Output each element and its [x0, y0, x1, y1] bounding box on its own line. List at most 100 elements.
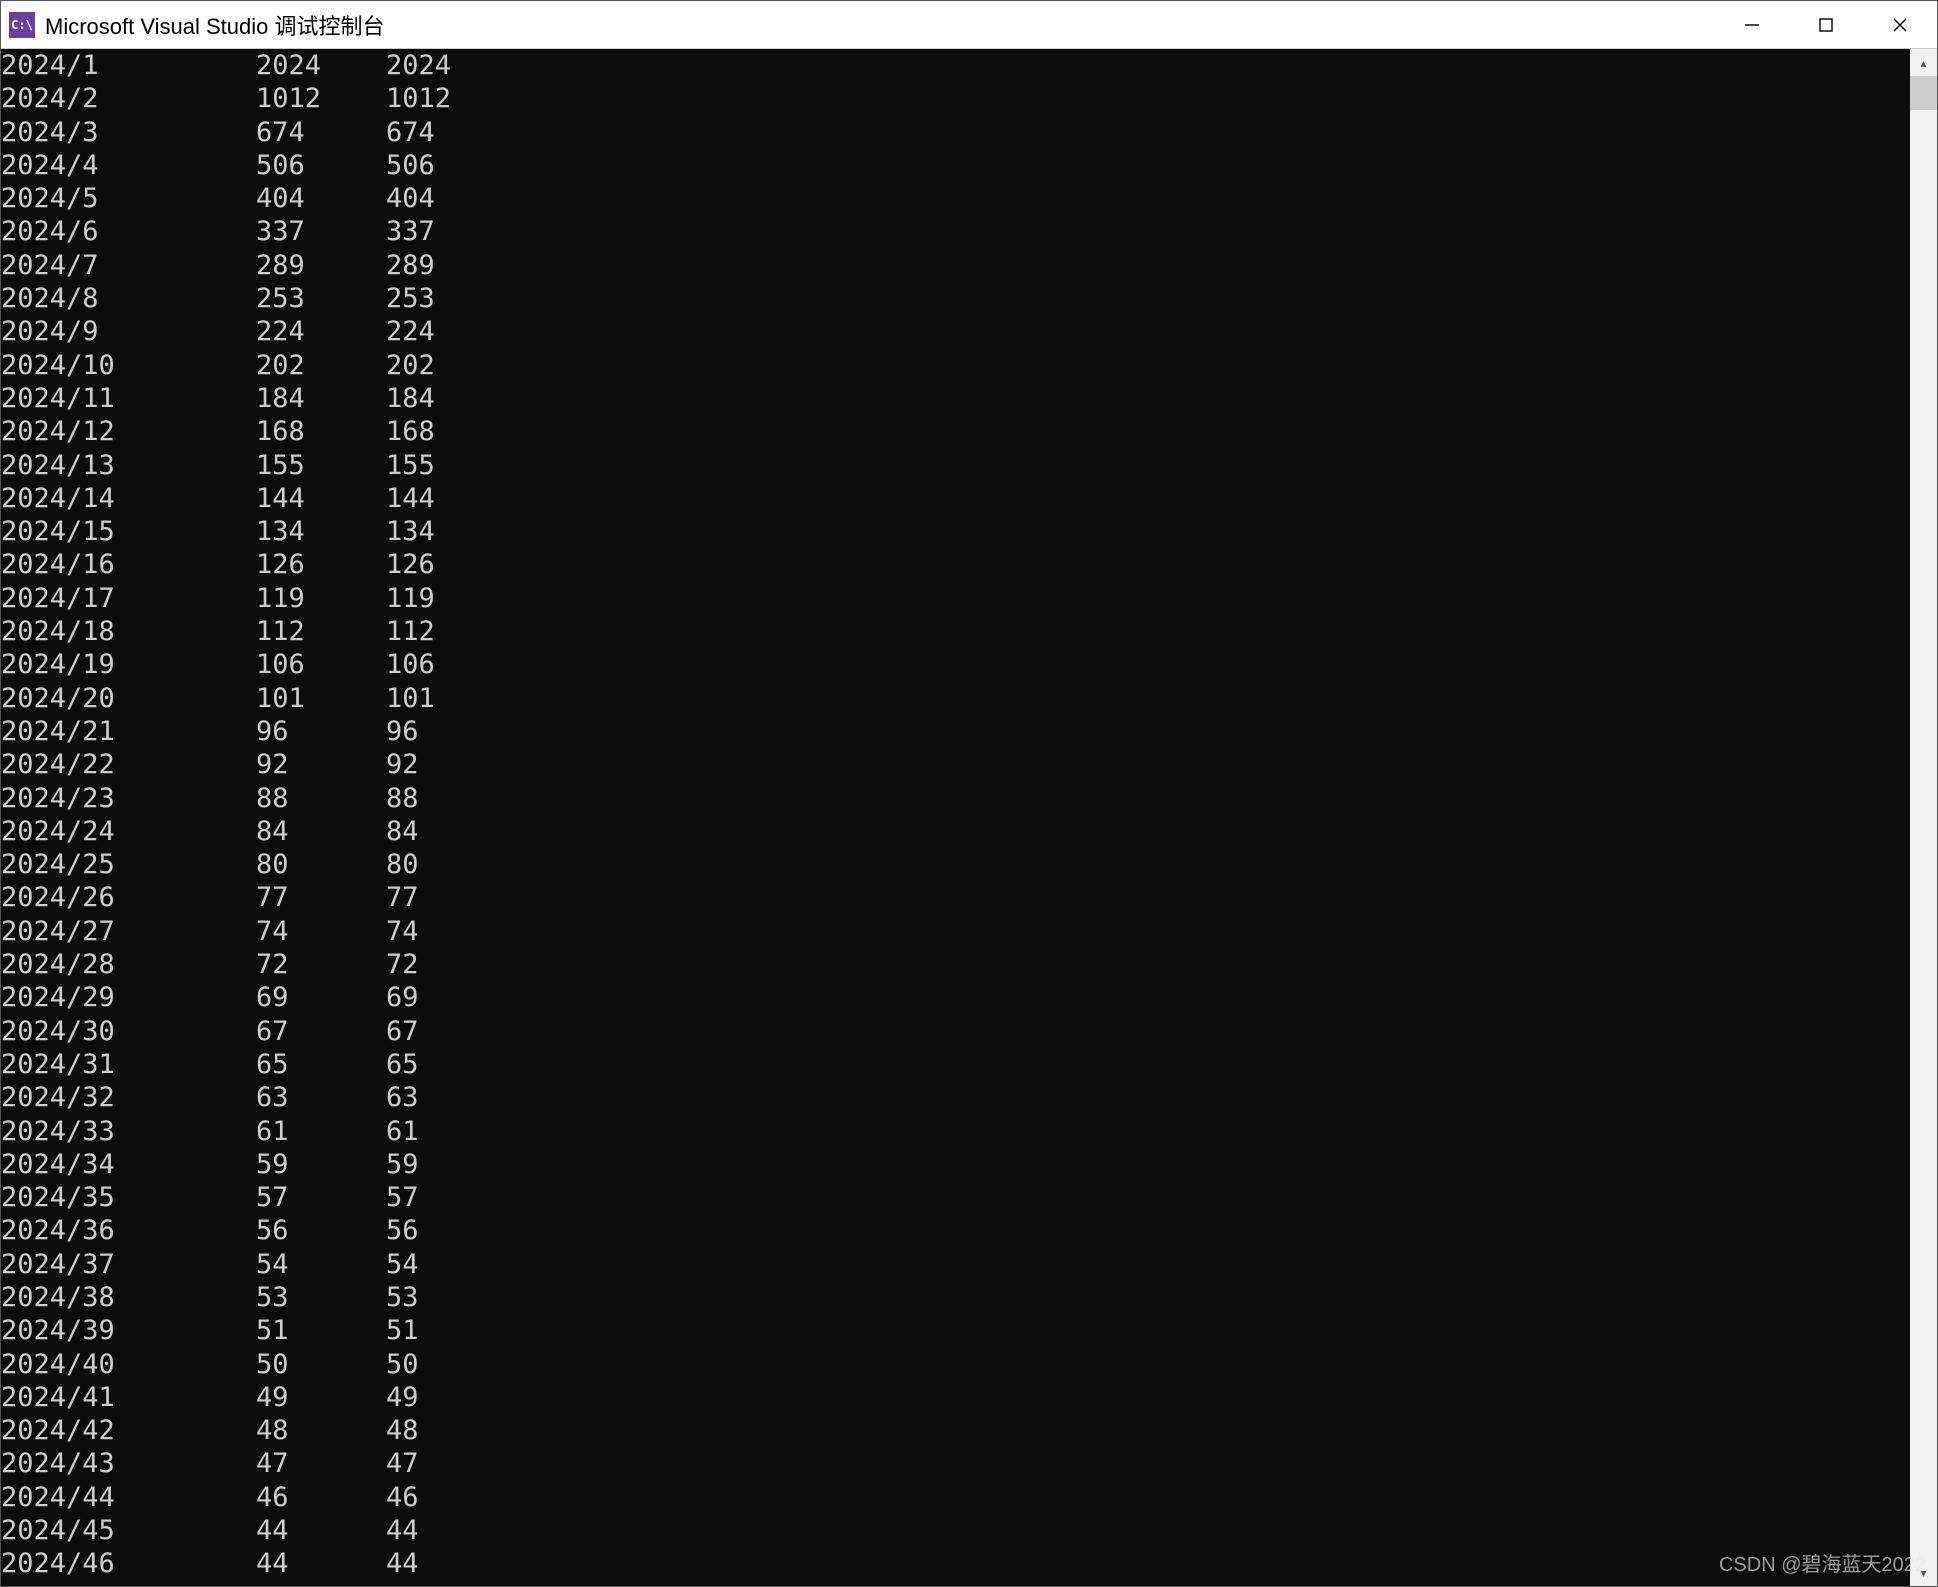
console-cell: 88	[256, 782, 386, 815]
console-cell: 56	[256, 1214, 386, 1247]
console-cell: 101	[386, 682, 435, 715]
console-cell: 63	[256, 1081, 386, 1114]
console-cell: 144	[256, 482, 386, 515]
console-cell: 224	[256, 315, 386, 348]
console-cell: 2024/11	[1, 382, 256, 415]
console-cell: 184	[256, 382, 386, 415]
console-cell: 253	[256, 282, 386, 315]
console-cell: 96	[386, 715, 419, 748]
console-cell: 72	[386, 948, 419, 981]
scrollbar-thumb[interactable]	[1910, 76, 1937, 110]
console-cell: 2024/32	[1, 1081, 256, 1114]
console-cell: 2024/22	[1, 748, 256, 781]
console-cell: 2024/40	[1, 1348, 256, 1381]
console-cell: 54	[386, 1248, 419, 1281]
client-area: 2024/1202420242024/2101210122024/3674674…	[1, 49, 1937, 1586]
console-cell: 47	[386, 1447, 419, 1480]
console-cell: 2024/14	[1, 482, 256, 515]
console-cell: 2024/13	[1, 449, 256, 482]
console-row: 2024/316565	[1, 1048, 1910, 1081]
console-cell: 126	[256, 548, 386, 581]
scroll-up-arrow-icon[interactable]: ▴	[1910, 49, 1937, 76]
console-row: 2024/17119119	[1, 582, 1910, 615]
console-cell: 119	[386, 582, 435, 615]
console-row: 2024/258080	[1, 848, 1910, 881]
console-cell: 155	[256, 449, 386, 482]
console-row: 2024/9224224	[1, 315, 1910, 348]
console-row: 2024/12168168	[1, 415, 1910, 448]
console-cell: 2024/37	[1, 1248, 256, 1281]
console-row: 2024/229292	[1, 748, 1910, 781]
console-cell: 84	[386, 815, 419, 848]
console-row: 2024/7289289	[1, 249, 1910, 282]
titlebar[interactable]: C:\ Microsoft Visual Studio 调试控制台	[1, 1, 1937, 49]
console-row: 2024/18112112	[1, 615, 1910, 648]
console-cell: 69	[386, 981, 419, 1014]
console-cell: 61	[386, 1115, 419, 1148]
console-row: 2024/5404404	[1, 182, 1910, 215]
console-cell: 2024/20	[1, 682, 256, 715]
console-cell: 337	[386, 215, 435, 248]
console-cell: 2024/34	[1, 1148, 256, 1181]
minimize-button[interactable]	[1715, 1, 1789, 49]
console-cell: 2024/43	[1, 1447, 256, 1480]
console-cell: 126	[386, 548, 435, 581]
console-cell: 48	[386, 1414, 419, 1447]
console-cell: 289	[256, 249, 386, 282]
console-cell: 72	[256, 948, 386, 981]
console-cell: 2024/5	[1, 182, 256, 215]
console-cell: 59	[256, 1148, 386, 1181]
console-cell: 57	[386, 1181, 419, 1214]
console-cell: 65	[386, 1048, 419, 1081]
console-row: 2024/296969	[1, 981, 1910, 1014]
console-cell: 2024/17	[1, 582, 256, 615]
console-cell: 92	[256, 748, 386, 781]
console-row: 2024/267777	[1, 881, 1910, 914]
console-cell: 67	[386, 1015, 419, 1048]
console-cell: 2024/23	[1, 782, 256, 815]
console-cell: 2024/19	[1, 648, 256, 681]
console-row: 2024/326363	[1, 1081, 1910, 1114]
scrollbar-track[interactable]	[1910, 76, 1937, 1559]
console-cell: 404	[386, 182, 435, 215]
console-cell: 119	[256, 582, 386, 615]
console-row: 2024/355757	[1, 1181, 1910, 1214]
console-row: 2024/434747	[1, 1447, 1910, 1480]
console-cell: 184	[386, 382, 435, 415]
console-cell: 77	[386, 881, 419, 914]
console-cell: 48	[256, 1414, 386, 1447]
console-cell: 96	[256, 715, 386, 748]
console-row: 2024/4506506	[1, 149, 1910, 182]
console-cell: 1012	[256, 82, 386, 115]
console-cell: 2024/28	[1, 948, 256, 981]
console-cell: 2024/15	[1, 515, 256, 548]
console-cell: 202	[256, 349, 386, 382]
console-cell: 50	[256, 1348, 386, 1381]
console-row: 2024/306767	[1, 1015, 1910, 1048]
console-cell: 63	[386, 1081, 419, 1114]
console-row: 2024/395151	[1, 1314, 1910, 1347]
close-button[interactable]	[1863, 1, 1937, 49]
scroll-down-arrow-icon[interactable]: ▾	[1910, 1559, 1937, 1586]
maximize-button[interactable]	[1789, 1, 1863, 49]
console-cell: 44	[386, 1514, 419, 1547]
console-cell: 2024/45	[1, 1514, 256, 1547]
console-row: 2024/120242024	[1, 49, 1910, 82]
vertical-scrollbar[interactable]: ▴ ▾	[1910, 49, 1937, 1586]
console-row: 2024/248484	[1, 815, 1910, 848]
console-row: 2024/219696	[1, 715, 1910, 748]
window-title: Microsoft Visual Studio 调试控制台	[45, 9, 384, 41]
console-cell: 92	[386, 748, 419, 781]
console-row: 2024/345959	[1, 1148, 1910, 1181]
console-cell: 80	[386, 848, 419, 881]
console-cell: 404	[256, 182, 386, 215]
console-output[interactable]: 2024/1202420242024/2101210122024/3674674…	[1, 49, 1910, 1586]
console-cell: 2024/35	[1, 1181, 256, 1214]
console-cell: 674	[256, 116, 386, 149]
console-cell: 88	[386, 782, 419, 815]
console-row: 2024/287272	[1, 948, 1910, 981]
console-row: 2024/277474	[1, 915, 1910, 948]
console-cell: 2024/9	[1, 315, 256, 348]
console-cell: 506	[386, 149, 435, 182]
console-cell: 50	[386, 1348, 419, 1381]
